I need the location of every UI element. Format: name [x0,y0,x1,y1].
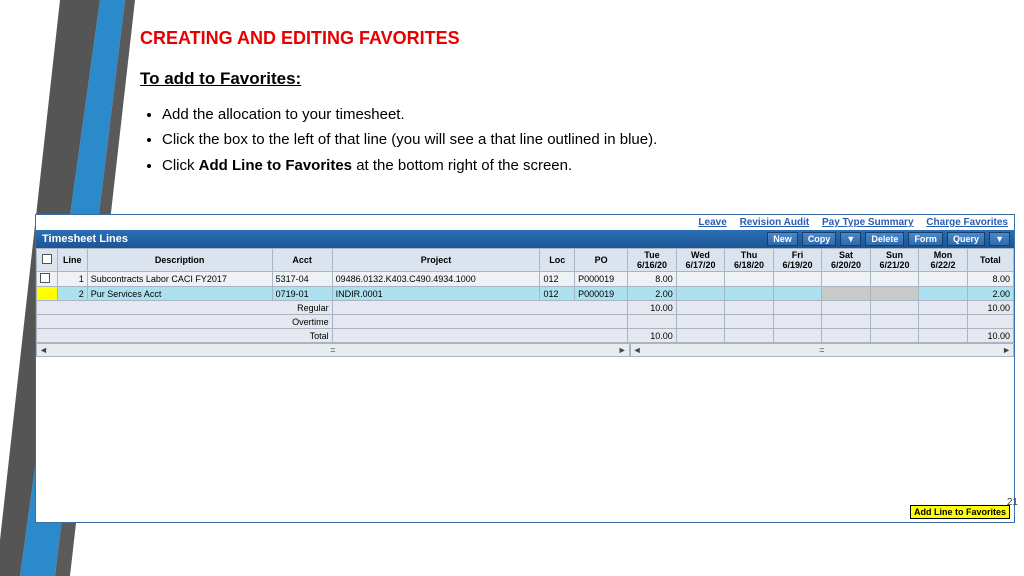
col-description: Description [87,249,272,272]
summary-overtime: Overtime [37,315,1014,329]
form-button[interactable]: Form [908,232,943,246]
scroll-left-icon[interactable]: ◄ [633,345,642,355]
table-row[interactable]: 2 Pur Services Acct 0719-01 INDIR.0001 0… [37,287,1014,301]
panel-header: Timesheet Lines New Copy ▼ Delete Form Q… [36,230,1014,248]
delete-button[interactable]: Delete [865,232,904,246]
query-button[interactable]: Query [947,232,985,246]
slide-subtitle: To add to Favorites: [140,69,1024,89]
row-checkbox[interactable] [37,287,58,301]
col-po: PO [575,249,628,272]
col-total: Total [967,249,1013,272]
h-scrollbar-left[interactable]: ◄ = ► [36,343,630,357]
header-row: Line Description Acct Project Loc PO Tue… [37,249,1014,272]
bullet-1: Add the allocation to your timesheet. [162,103,1024,126]
row-checkbox[interactable] [37,272,58,287]
new-button[interactable]: New [767,232,798,246]
bullet-list: Add the allocation to your timesheet. Cl… [140,103,1024,177]
table-row[interactable]: 1 Subcontracts Labor CACI FY2017 5317-04… [37,272,1014,287]
link-revision-audit[interactable]: Revision Audit [740,217,810,228]
copy-dropdown[interactable]: ▼ [840,232,861,246]
timesheet-screenshot: Leave Revision Audit Pay Type Summary Ch… [35,214,1015,523]
col-day-7: Mon6/22/2 [919,249,968,272]
col-line: Line [57,249,87,272]
bullet-3: Click Add Line to Favorites at the botto… [162,154,1024,177]
col-day-5: Sat6/20/20 [822,249,871,272]
link-leave[interactable]: Leave [698,217,726,228]
col-acct: Acct [272,249,332,272]
panel-title: Timesheet Lines [42,233,128,245]
page-number: 21 [1007,497,1018,508]
scroll-right-icon[interactable]: ► [618,345,627,355]
scroll-right-icon[interactable]: ► [1002,345,1011,355]
checkbox-icon [40,273,50,283]
scroll-left-icon[interactable]: ◄ [39,345,48,355]
add-line-to-favorites-button[interactable]: Add Line to Favorites [910,505,1010,519]
col-day-3: Thu6/18/20 [725,249,774,272]
timesheet-table: Line Description Acct Project Loc PO Tue… [36,248,1014,343]
header-checkbox-icon [42,254,52,264]
col-day-1: Tue6/16/20 [628,249,677,272]
query-dropdown[interactable]: ▼ [989,232,1010,246]
col-day-6: Sun6/21/20 [870,249,919,272]
col-project: Project [332,249,540,272]
summary-regular: Regular 10.00 10.00 [37,301,1014,315]
scroll-row: ◄ = ► ◄ = ► [36,343,1014,357]
copy-button[interactable]: Copy [802,232,837,246]
col-day-2: Wed6/17/20 [676,249,725,272]
h-scrollbar-right[interactable]: ◄ = ► [630,343,1014,357]
link-pay-type-summary[interactable]: Pay Type Summary [822,217,914,228]
col-loc: Loc [540,249,575,272]
top-links: Leave Revision Audit Pay Type Summary Ch… [36,215,1014,230]
col-day-4: Fri6/19/20 [773,249,822,272]
summary-total: Total 10.00 10.00 [37,329,1014,343]
link-charge-favorites[interactable]: Charge Favorites [926,217,1008,228]
col-checkbox[interactable] [37,249,58,272]
bullet-2: Click the box to the left of that line (… [162,128,1024,151]
slide-title: CREATING AND EDITING FAVORITES [140,28,1024,49]
